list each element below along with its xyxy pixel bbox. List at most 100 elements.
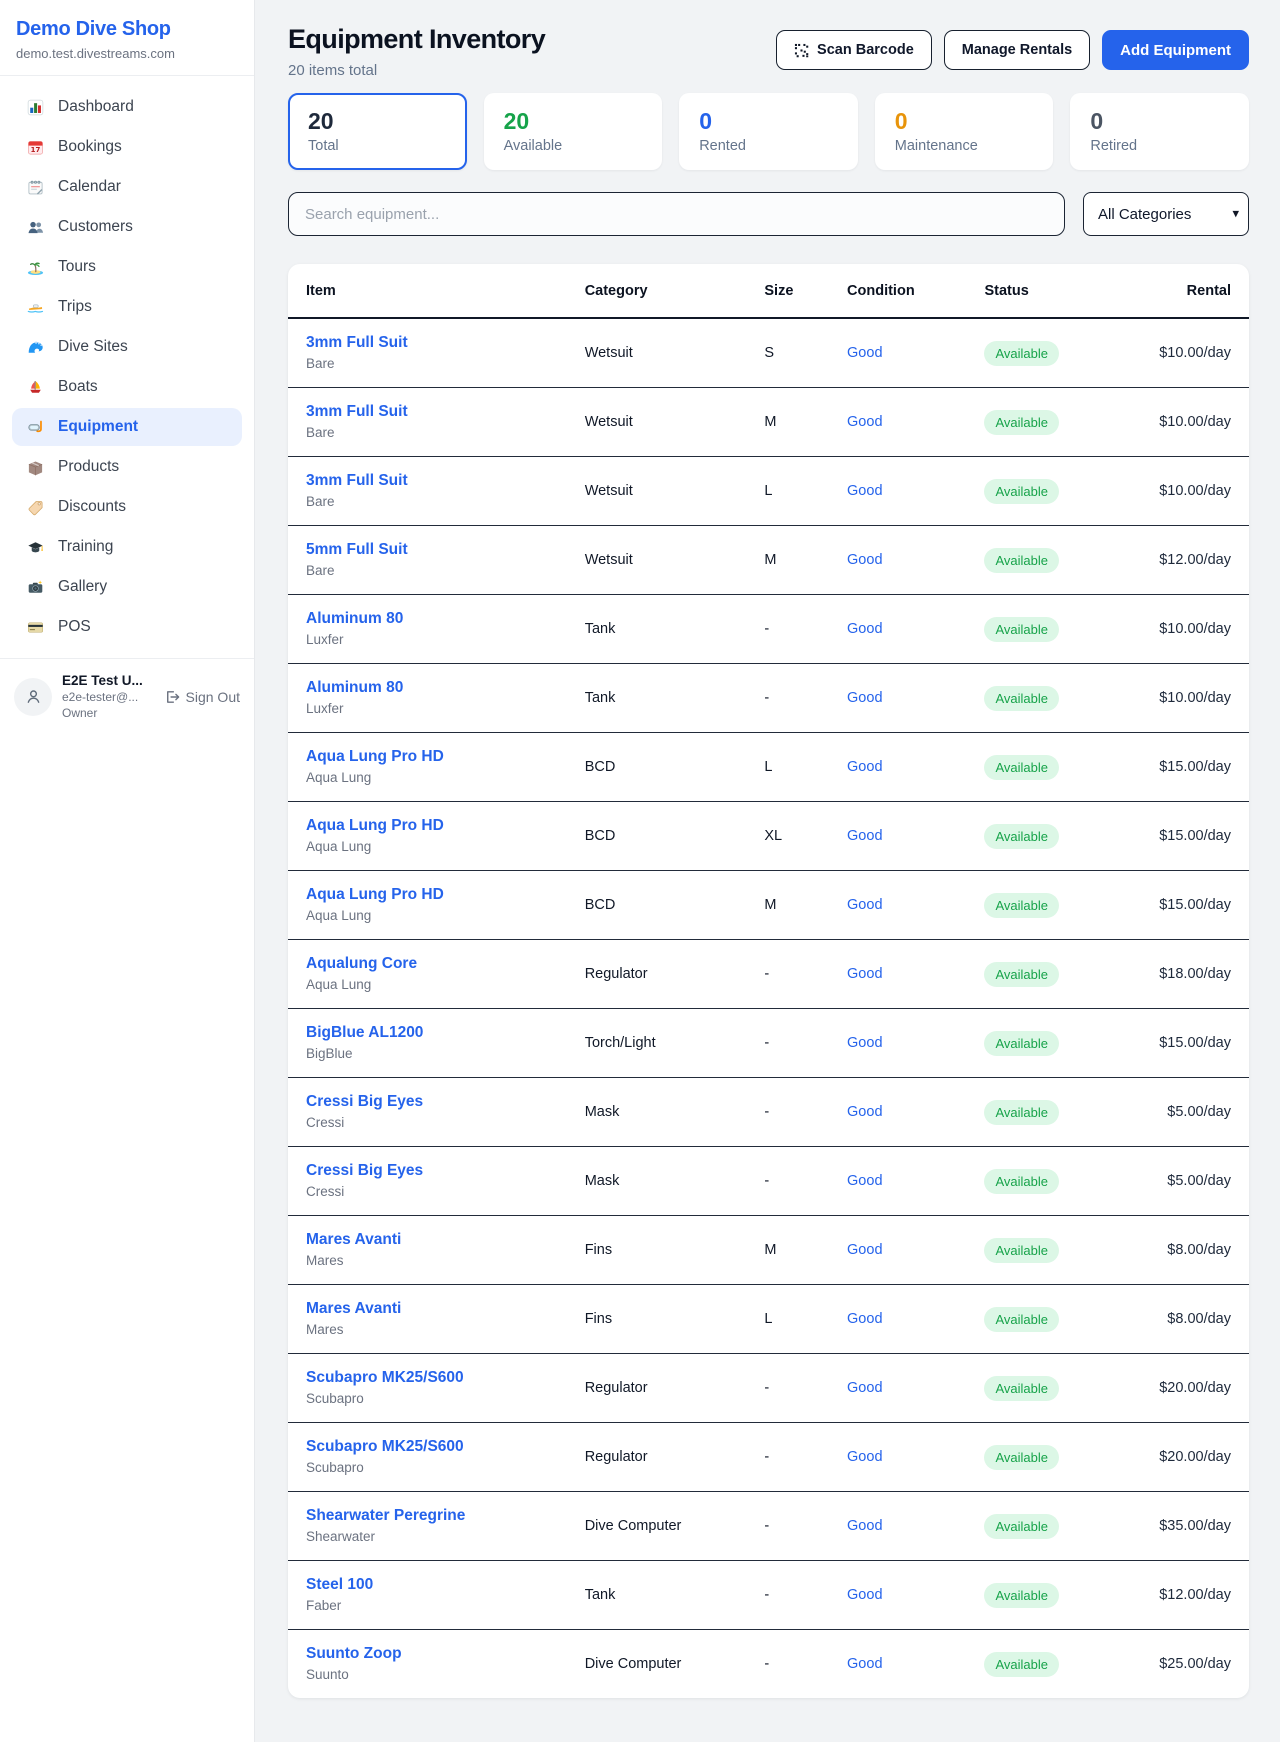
sidebar-item-label: POS [58, 618, 91, 636]
item-name-link[interactable]: Shearwater Peregrine [306, 1506, 549, 1526]
condition-link[interactable]: Good [847, 1656, 882, 1672]
condition-link[interactable]: Good [847, 1518, 882, 1534]
column-header-condition: Condition [829, 264, 966, 318]
stat-label: Maintenance [895, 138, 1034, 154]
stat-card-total[interactable]: 20Total [288, 93, 467, 170]
condition-link[interactable]: Good [847, 1587, 882, 1603]
condition-link[interactable]: Good [847, 345, 882, 361]
category-cell: Fins [567, 1216, 747, 1285]
condition-link[interactable]: Good [847, 552, 882, 568]
item-cell: Aqua Lung Pro HDAqua Lung [288, 802, 567, 871]
sidebar-item-products[interactable]: Products [12, 448, 242, 486]
item-brand: Luxfer [306, 700, 549, 718]
stat-card-retired[interactable]: 0Retired [1070, 93, 1249, 170]
status-badge: Available [984, 1100, 1059, 1125]
table-row: Aqua Lung Pro HDAqua LungBCDLGoodAvailab… [288, 733, 1249, 802]
item-cell: Cressi Big EyesCressi [288, 1078, 567, 1147]
item-name-link[interactable]: Suunto Zoop [306, 1644, 549, 1664]
condition-link[interactable]: Good [847, 1311, 882, 1327]
table-row: Aluminum 80LuxferTank-GoodAvailable$10.0… [288, 595, 1249, 664]
camera-icon [26, 578, 44, 596]
category-cell: Tank [567, 595, 747, 664]
sidebar-item-discounts[interactable]: Discounts [12, 488, 242, 526]
sidebar-item-gallery[interactable]: Gallery [12, 568, 242, 606]
item-name-link[interactable]: Aqua Lung Pro HD [306, 747, 549, 767]
sidebar-item-equipment[interactable]: Equipment [12, 408, 242, 446]
item-name-link[interactable]: Mares Avanti [306, 1230, 549, 1250]
add-equipment-button[interactable]: Add Equipment [1102, 30, 1249, 70]
condition-cell: Good [829, 1147, 966, 1216]
sidebar-item-calendar[interactable]: Calendar [12, 168, 242, 206]
sidebar-item-trips[interactable]: Trips [12, 288, 242, 326]
item-name-link[interactable]: BigBlue AL1200 [306, 1023, 549, 1043]
condition-link[interactable]: Good [847, 690, 882, 706]
condition-link[interactable]: Good [847, 1380, 882, 1396]
sidebar-item-training[interactable]: Training [12, 528, 242, 566]
condition-link[interactable]: Good [847, 621, 882, 637]
condition-link[interactable]: Good [847, 897, 882, 913]
condition-link[interactable]: Good [847, 1449, 882, 1465]
condition-link[interactable]: Good [847, 828, 882, 844]
item-name-link[interactable]: Mares Avanti [306, 1299, 549, 1319]
status-badge: Available [984, 1652, 1059, 1677]
sidebar-item-pos[interactable]: POS [12, 608, 242, 646]
condition-link[interactable]: Good [847, 759, 882, 775]
category-select[interactable]: All Categories [1083, 192, 1249, 236]
table-row: Cressi Big EyesCressiMask-GoodAvailable$… [288, 1147, 1249, 1216]
item-name-link[interactable]: 3mm Full Suit [306, 471, 549, 491]
item-name-link[interactable]: 3mm Full Suit [306, 402, 549, 422]
condition-link[interactable]: Good [847, 1104, 882, 1120]
item-name-link[interactable]: Aqualung Core [306, 954, 549, 974]
item-cell: Shearwater PeregrineShearwater [288, 1492, 567, 1561]
scan-barcode-button[interactable]: Scan Barcode [776, 30, 932, 70]
condition-link[interactable]: Good [847, 414, 882, 430]
item-name-link[interactable]: Aqua Lung Pro HD [306, 885, 549, 905]
category-cell: BCD [567, 871, 747, 940]
search-input[interactable] [288, 192, 1065, 236]
status-cell: Available [966, 1009, 1114, 1078]
item-name-link[interactable]: Cressi Big Eyes [306, 1161, 549, 1181]
rental-cell: $12.00/day [1114, 1561, 1249, 1630]
item-name-link[interactable]: 3mm Full Suit [306, 333, 549, 353]
sidebar-item-dive-sites[interactable]: Dive Sites [12, 328, 242, 366]
status-badge: Available [984, 686, 1059, 711]
item-brand: Mares [306, 1252, 549, 1270]
item-name-link[interactable]: Aluminum 80 [306, 678, 549, 698]
status-cell: Available [966, 1078, 1114, 1147]
stat-card-maintenance[interactable]: 0Maintenance [875, 93, 1054, 170]
manage-rentals-button[interactable]: Manage Rentals [944, 30, 1090, 70]
stat-card-available[interactable]: 20Available [484, 93, 663, 170]
sign-out-button[interactable]: Sign Out [164, 689, 240, 705]
stat-card-rented[interactable]: 0Rented [679, 93, 858, 170]
category-cell: Dive Computer [567, 1492, 747, 1561]
brand-name[interactable]: Demo Dive Shop [16, 18, 238, 41]
sidebar-item-customers[interactable]: Customers [12, 208, 242, 246]
sidebar: Demo Dive Shop demo.test.divestreams.com… [0, 0, 255, 1742]
status-badge: Available [984, 341, 1059, 366]
table-row: 3mm Full SuitBareWetsuitLGoodAvailable$1… [288, 457, 1249, 526]
item-name-link[interactable]: Steel 100 [306, 1575, 549, 1595]
condition-link[interactable]: Good [847, 1035, 882, 1051]
add-equipment-label: Add Equipment [1120, 42, 1231, 59]
condition-link[interactable]: Good [847, 1173, 882, 1189]
condition-link[interactable]: Good [847, 966, 882, 982]
condition-link[interactable]: Good [847, 1242, 882, 1258]
table-row: Aqua Lung Pro HDAqua LungBCDMGoodAvailab… [288, 871, 1249, 940]
sidebar-item-bookings[interactable]: 17Bookings [12, 128, 242, 166]
status-badge: Available [984, 1307, 1059, 1332]
item-name-link[interactable]: Aqua Lung Pro HD [306, 816, 549, 836]
item-name-link[interactable]: Cressi Big Eyes [306, 1092, 549, 1112]
condition-link[interactable]: Good [847, 483, 882, 499]
sidebar-item-boats[interactable]: Boats [12, 368, 242, 406]
sidebar-item-dashboard[interactable]: Dashboard [12, 88, 242, 126]
rental-cell: $15.00/day [1114, 1009, 1249, 1078]
sidebar-item-tours[interactable]: Tours [12, 248, 242, 286]
item-name-link[interactable]: Scubapro MK25/S600 [306, 1368, 549, 1388]
item-brand: Cressi [306, 1183, 549, 1201]
item-name-link[interactable]: 5mm Full Suit [306, 540, 549, 560]
status-badge: Available [984, 479, 1059, 504]
condition-cell: Good [829, 1078, 966, 1147]
item-name-link[interactable]: Aluminum 80 [306, 609, 549, 629]
item-name-link[interactable]: Scubapro MK25/S600 [306, 1437, 549, 1457]
size-cell: M [746, 1216, 829, 1285]
